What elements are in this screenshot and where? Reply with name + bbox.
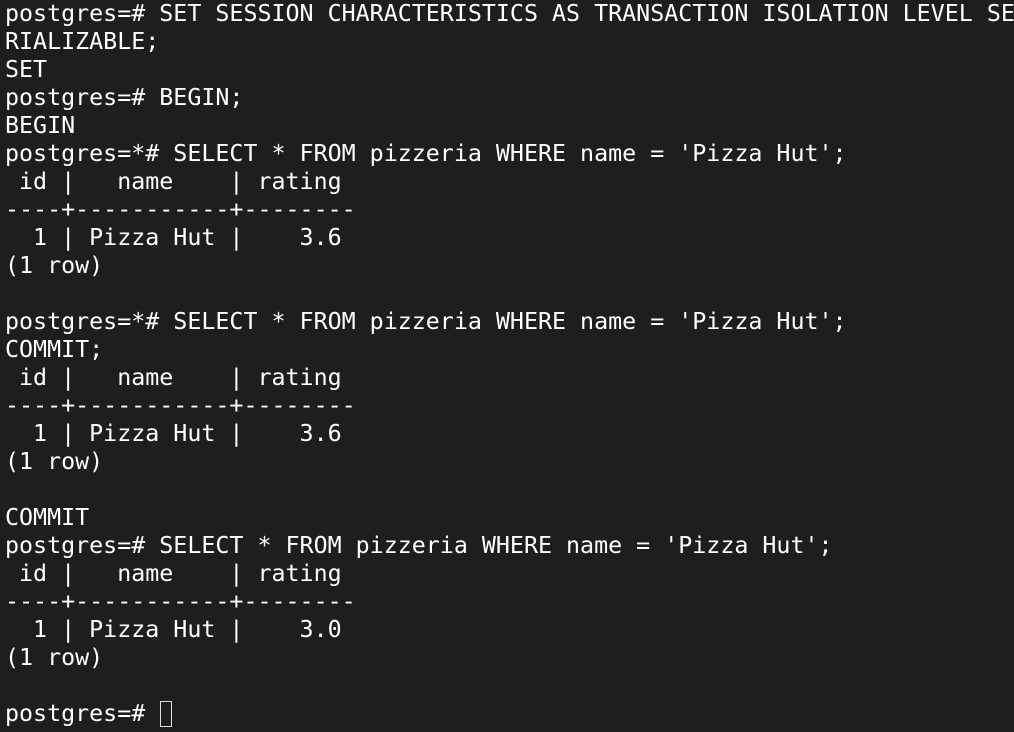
- result-table-row: 1 | Pizza Hut | 3.6: [5, 224, 342, 251]
- terminal-line-command: postgres=*# SELECT * FROM pizzeria WHERE…: [5, 308, 1014, 336]
- terminal-line-command: postgres=# SELECT * FROM pizzeria WHERE …: [5, 532, 1014, 560]
- result-table-header: id | name | rating: [5, 560, 342, 587]
- result-table-row: 1 | Pizza Hut | 3.0: [5, 616, 342, 643]
- terminal-line-output: SET: [5, 56, 48, 83]
- terminal-line-wrap: RIALIZABLE;: [5, 28, 160, 55]
- terminal-line-command: postgres=# SET SESSION CHARACTERISTICS A…: [5, 0, 1014, 27]
- result-row-count: (1 row): [5, 644, 104, 671]
- result-table-header: id | name | rating: [5, 168, 342, 195]
- terminal-line-command: postgres=*# SELECT * FROM pizzeria WHERE…: [5, 140, 1014, 168]
- result-table-separator: ----+-----------+--------: [5, 588, 356, 615]
- result-table-separator: ----+-----------+--------: [5, 392, 356, 419]
- result-table-header: id | name | rating: [5, 364, 342, 391]
- result-row-count: (1 row): [5, 252, 104, 279]
- terminal-line-output: BEGIN: [5, 112, 76, 139]
- terminal-prompt-line[interactable]: postgres=#: [5, 700, 1014, 728]
- result-table-separator: ----+-----------+--------: [5, 196, 356, 223]
- result-row-count: (1 row): [5, 448, 104, 475]
- terminal-line-command: postgres=# BEGIN;: [5, 84, 1014, 112]
- prompt-text: postgres=#: [5, 700, 160, 727]
- terminal-window[interactable]: postgres=# SET SESSION CHARACTERISTICS A…: [0, 0, 1014, 732]
- text-cursor: [160, 700, 173, 727]
- terminal-line-typeahead: COMMIT;: [5, 336, 1014, 364]
- result-table-row: 1 | Pizza Hut | 3.6: [5, 420, 342, 447]
- terminal-line-output: COMMIT: [5, 504, 90, 531]
